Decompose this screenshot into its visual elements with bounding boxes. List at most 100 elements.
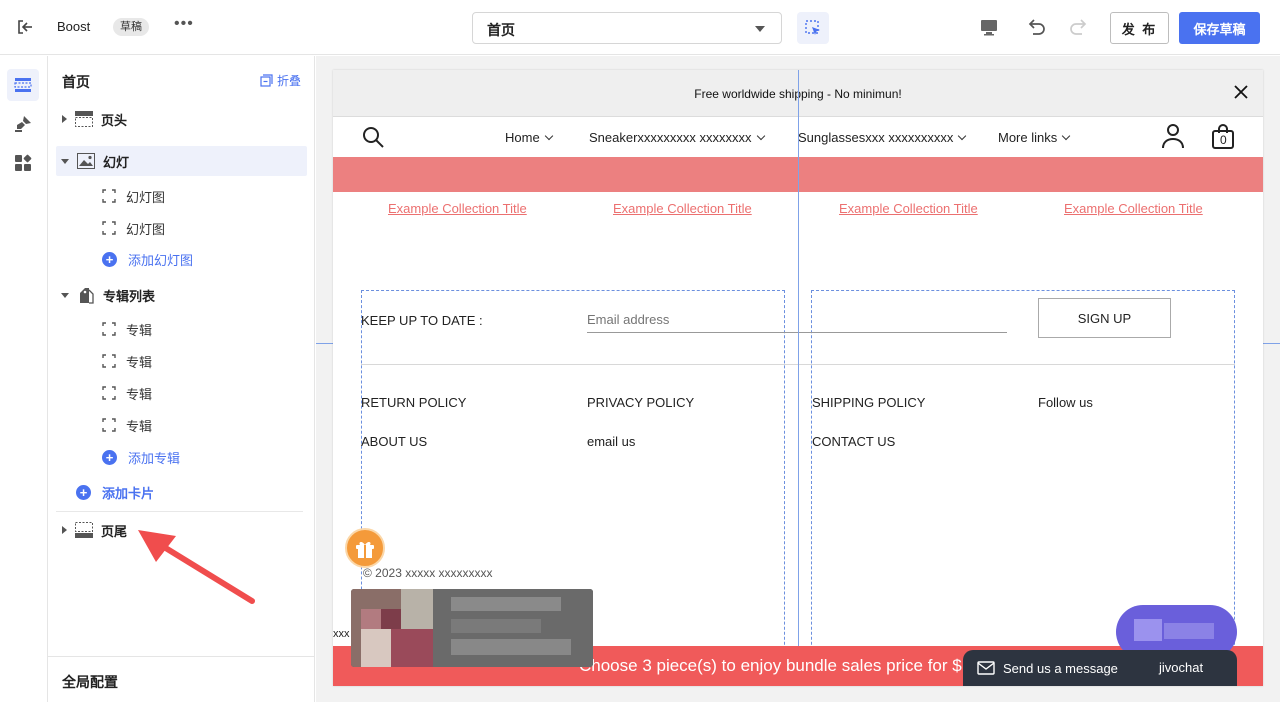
footer-link[interactable]: ABOUT US — [361, 434, 427, 449]
account-icon[interactable] — [1161, 123, 1185, 149]
add-collection-label: 添加专辑 — [128, 450, 181, 466]
blurred-product-popup[interactable] — [351, 589, 593, 667]
block-icon — [102, 322, 116, 336]
collapse-label: 折叠 — [277, 74, 302, 88]
plus-icon: + — [102, 449, 117, 465]
add-slide-label: 添加幻灯图 — [128, 252, 194, 268]
add-collection-button[interactable]: + 添加专辑 — [102, 445, 180, 469]
chat-message-label: Send us a message — [1003, 661, 1118, 676]
panel-title: 首页 — [62, 74, 90, 90]
section-collection-list[interactable]: 专辑列表 — [56, 280, 307, 310]
section-header-label: 页头 — [101, 112, 128, 128]
block-icon — [102, 221, 116, 235]
rail-apps-button[interactable] — [7, 147, 39, 179]
header-section-icon — [75, 111, 93, 127]
chat-message-bar[interactable]: Send us a message jivochat — [963, 650, 1237, 686]
store-preview: Free worldwide shipping - No minimun! Ho… — [333, 70, 1263, 686]
collection-item[interactable]: 专辑 — [102, 381, 152, 405]
redo-icon[interactable] — [1068, 16, 1090, 38]
page-select-value: 首页 — [487, 22, 515, 38]
slide-item-label: 幻灯图 — [126, 189, 166, 205]
collection-item-label: 专辑 — [126, 354, 153, 370]
rail-sections-button[interactable] — [7, 69, 39, 101]
collapse-button[interactable]: 折叠 — [260, 72, 301, 89]
exit-icon[interactable] — [16, 18, 34, 36]
collection-title-link[interactable]: Example Collection Title — [388, 201, 527, 216]
global-config-label: 全局配置 — [62, 674, 118, 690]
section-slideshow[interactable]: 幻灯 — [56, 146, 307, 176]
sign-up-button[interactable]: SIGN UP — [1038, 298, 1171, 338]
app-name: Boost — [57, 19, 91, 34]
footer-link[interactable]: SHIPPING POLICY — [812, 395, 925, 410]
collection-item-label: 专辑 — [126, 386, 153, 402]
section-header[interactable]: 页头 — [56, 104, 307, 134]
collapse-arrow-icon[interactable] — [61, 292, 69, 298]
nav-item-sneakers[interactable]: Sneakerxxxxxxxxx xxxxxxxx — [589, 130, 765, 145]
envelope-icon — [977, 661, 995, 675]
add-card-button[interactable]: + 添加卡片 — [76, 480, 154, 504]
brush-icon — [15, 116, 31, 132]
plus-icon: + — [102, 251, 117, 267]
footer-link[interactable]: RETURN POLICY — [361, 395, 466, 410]
page-select[interactable]: 首页 — [472, 12, 782, 44]
tag-icon — [77, 287, 95, 304]
save-draft-button[interactable]: 保存草稿 — [1179, 12, 1260, 44]
footer-link[interactable]: PRIVACY POLICY — [587, 395, 694, 410]
chevron-down-icon — [756, 131, 765, 140]
chevron-down-icon — [1062, 131, 1071, 140]
icon-rail — [0, 56, 48, 702]
collection-title-link[interactable]: Example Collection Title — [1064, 201, 1203, 216]
chat-brand-logo: jivochat — [1159, 660, 1204, 675]
caret-down-icon — [755, 26, 765, 32]
collection-item-label: 专辑 — [126, 418, 153, 434]
image-icon — [77, 153, 95, 169]
close-icon[interactable] — [1233, 84, 1249, 100]
nav-item-home[interactable]: Home — [505, 130, 553, 145]
footer-link[interactable]: Follow us — [1038, 395, 1093, 410]
newsletter-label: KEEP UP TO DATE : — [361, 313, 483, 328]
chevron-down-icon — [544, 131, 553, 140]
annotation-arrow-icon — [138, 530, 255, 604]
chevron-down-icon — [958, 131, 967, 140]
block-icon — [102, 354, 116, 368]
collapse-arrow-icon[interactable] — [61, 158, 69, 164]
collection-item-label: 专辑 — [126, 322, 153, 338]
status-badge: 草稿 — [113, 18, 149, 36]
global-config[interactable]: 全局配置 — [48, 656, 315, 702]
top-bar: Boost 草稿 ••• 首页 发 布 保存草稿 — [0, 0, 1280, 55]
email-input[interactable] — [587, 307, 1007, 333]
sections-icon — [14, 78, 32, 92]
nav-item-sunglasses[interactable]: Sunglassesxxx xxxxxxxxxx — [798, 130, 967, 145]
publish-button[interactable]: 发 布 — [1110, 12, 1169, 44]
gift-icon — [356, 541, 374, 558]
slide-item[interactable]: 幻灯图 — [102, 184, 165, 208]
slide-item[interactable]: 幻灯图 — [102, 216, 165, 240]
partial-text: xxx — [333, 628, 350, 640]
desktop-icon[interactable] — [979, 17, 999, 37]
section-collection-list-label: 专辑列表 — [103, 288, 156, 304]
more-menu-button[interactable]: ••• — [174, 15, 194, 33]
apps-icon — [15, 154, 32, 171]
collection-title-link[interactable]: Example Collection Title — [613, 201, 752, 216]
collection-item[interactable]: 专辑 — [102, 413, 152, 437]
editor-canvas: Free worldwide shipping - No minimun! Ho… — [316, 56, 1280, 702]
expand-icon[interactable] — [62, 115, 67, 123]
collection-item[interactable]: 专辑 — [102, 317, 152, 341]
search-icon[interactable] — [361, 125, 385, 149]
rail-theme-button[interactable] — [7, 108, 39, 140]
gift-button[interactable] — [345, 528, 385, 568]
slide-item-label: 幻灯图 — [126, 221, 166, 237]
collection-item[interactable]: 专辑 — [102, 349, 152, 373]
collection-title-link[interactable]: Example Collection Title — [839, 201, 978, 216]
cursor-select-icon — [805, 20, 820, 35]
block-icon — [102, 386, 116, 400]
plus-icon: + — [76, 484, 91, 500]
footer-link[interactable]: CONTACT US — [812, 434, 895, 449]
select-tool-button[interactable] — [797, 12, 829, 44]
expand-icon[interactable] — [62, 526, 67, 534]
nav-item-more-links[interactable]: More links — [998, 130, 1071, 145]
footer-link[interactable]: email us — [587, 434, 635, 449]
copyright-text: © 2023 xxxxx xxxxxxxxx — [363, 566, 493, 580]
undo-icon[interactable] — [1025, 16, 1047, 38]
add-slide-button[interactable]: + 添加幻灯图 — [102, 247, 193, 271]
